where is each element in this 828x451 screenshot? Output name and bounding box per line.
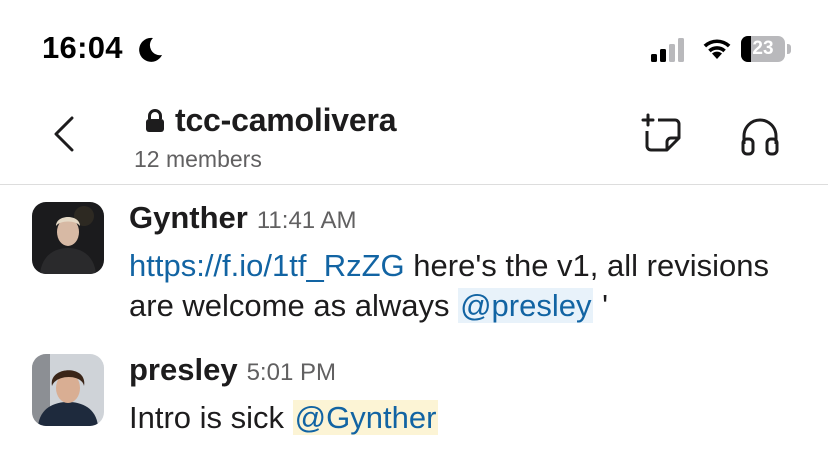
back-chevron-icon[interactable] [46, 114, 86, 154]
avatar[interactable] [32, 354, 104, 426]
message[interactable]: Gynther 11:41 AM https://f.io/1tf_RzZG h… [0, 200, 828, 330]
message-header: presley 5:01 PM [129, 352, 336, 388]
message-text-part: Intro is sick [129, 400, 293, 435]
message-text-part: ' [593, 288, 609, 323]
user-mention-self[interactable]: @Gynther [292, 400, 439, 435]
message-text: https://f.io/1tf_RzZG here's the v1, all… [129, 246, 809, 326]
lock-icon [146, 108, 164, 132]
channel-header: tcc-camolivera 12 members [0, 100, 828, 185]
message-timestamp: 5:01 PM [246, 359, 336, 386]
message-timestamp: 11:41 AM [256, 207, 357, 234]
canvas-icon[interactable] [640, 112, 684, 156]
battery-icon: 23 [741, 36, 791, 64]
member-count[interactable]: 12 members [134, 146, 262, 173]
avatar[interactable] [32, 202, 104, 274]
channel-title[interactable]: tcc-camolivera [144, 102, 397, 139]
author-name[interactable]: presley [129, 352, 238, 388]
message-header: Gynther 11:41 AM [129, 200, 356, 236]
status-bar: 16:04 23 [0, 0, 828, 100]
battery-percent: 23 [752, 38, 774, 59]
headphones-icon[interactable] [738, 114, 782, 158]
avatar-photo [32, 354, 104, 426]
channel-name: tcc-camolivera [175, 102, 397, 138]
author-name[interactable]: Gynther [129, 200, 248, 236]
user-mention[interactable]: @presley [458, 288, 594, 323]
status-time: 16:04 [42, 30, 123, 65]
message-text: Intro is sick @Gynther [129, 398, 809, 438]
cellular-signal-icon [651, 38, 684, 62]
moon-icon [139, 37, 162, 62]
wifi-icon [703, 39, 731, 59]
message-link[interactable]: https://f.io/1tf_RzZG [129, 248, 405, 283]
avatar-photo [32, 202, 104, 274]
message[interactable]: presley 5:01 PM Intro is sick @Gynther [0, 352, 828, 442]
